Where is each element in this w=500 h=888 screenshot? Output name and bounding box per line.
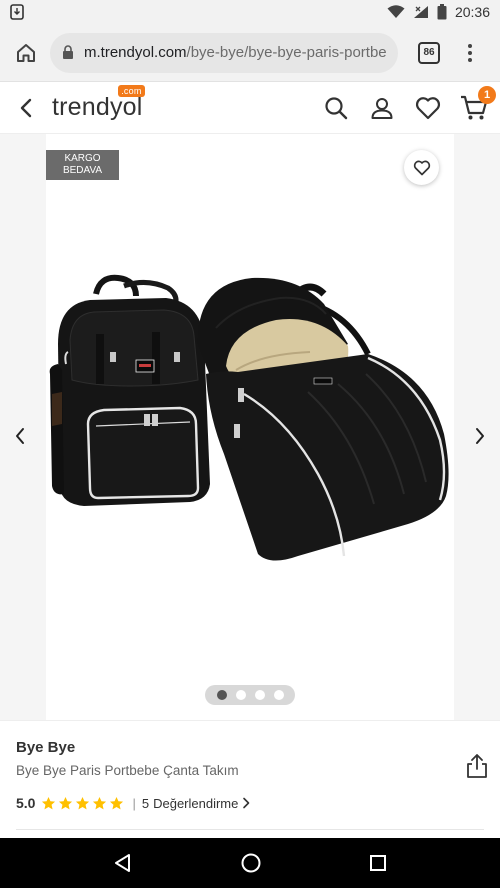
review-label: Değerlendirme xyxy=(153,795,239,811)
pagination-dot[interactable] xyxy=(254,690,265,700)
heart-icon xyxy=(413,160,430,175)
search-button[interactable] xyxy=(322,94,350,122)
chevron-right-icon xyxy=(476,428,484,444)
menu-dot xyxy=(468,50,472,55)
star-icon xyxy=(76,796,90,809)
star-icon xyxy=(110,796,124,809)
heart-icon xyxy=(415,96,441,119)
app-header: trendyol .com 1 xyxy=(0,82,500,134)
url-text: m.trendyol.com/bye-bye/bye-bye-paris-por… xyxy=(84,44,386,61)
product-info: Bye Bye Bye Bye Paris Portbebe Çanta Tak… xyxy=(0,720,500,838)
share-icon xyxy=(467,754,487,778)
status-time: 20:36 xyxy=(454,4,490,20)
next-image-button[interactable] xyxy=(470,426,490,446)
previous-image-button[interactable] xyxy=(10,426,30,446)
rating-separator: | xyxy=(132,795,136,811)
home-circle-icon[interactable] xyxy=(240,852,262,874)
rating-row[interactable]: 5.0 | 5 Değerlendirme xyxy=(16,795,250,811)
status-bar: 20:36 xyxy=(0,0,500,24)
browser-toolbar: m.trendyol.com/bye-bye/bye-bye-paris-por… xyxy=(0,24,500,82)
recents-square-icon[interactable] xyxy=(369,854,387,872)
wifi-icon xyxy=(387,5,405,18)
system-nav-bar xyxy=(0,838,500,888)
add-to-favorites-button[interactable] xyxy=(404,150,439,185)
divider xyxy=(16,829,484,830)
rating-value: 5.0 xyxy=(16,795,36,811)
pagination-dot[interactable] xyxy=(235,690,246,700)
chevron-left-icon xyxy=(16,428,24,444)
tab-switcher-button[interactable]: 86 xyxy=(418,41,440,64)
menu-dot xyxy=(468,57,472,62)
star-icon xyxy=(93,796,107,809)
star-icon xyxy=(42,796,56,809)
search-icon xyxy=(325,96,348,119)
cart-button[interactable]: 1 xyxy=(460,85,496,122)
lock-icon xyxy=(62,45,74,60)
address-bar[interactable]: m.trendyol.com/bye-bye/bye-bye-paris-por… xyxy=(50,32,398,73)
product-gallery[interactable]: KARGO BEDAVA xyxy=(0,134,500,720)
back-button[interactable] xyxy=(12,94,40,122)
badge-line1: KARGO xyxy=(64,153,101,164)
back-triangle-icon[interactable] xyxy=(113,853,133,873)
account-button[interactable] xyxy=(368,94,396,122)
rating-stars xyxy=(41,796,124,811)
favorites-button[interactable] xyxy=(414,94,442,122)
pagination-dot[interactable] xyxy=(273,690,284,700)
url-path: /bye-bye/bye-bye-paris-portbebe- xyxy=(186,44,386,61)
menu-dot xyxy=(468,43,472,48)
cart-count-badge: 1 xyxy=(478,85,496,104)
chevron-left-icon xyxy=(20,98,32,117)
product-image xyxy=(49,274,449,561)
logo-text: trendyol xyxy=(52,93,143,121)
logo-com-badge: .com xyxy=(118,85,145,97)
home-button[interactable] xyxy=(10,37,42,69)
pagination-dot-active[interactable] xyxy=(216,690,227,700)
product-name: Bye Bye Paris Portbebe Çanta Takım xyxy=(16,763,239,778)
user-icon xyxy=(371,97,393,119)
badge-line2: BEDAVA xyxy=(62,165,103,176)
product-brand[interactable]: Bye Bye xyxy=(16,739,75,756)
trendyol-logo[interactable]: trendyol .com xyxy=(52,85,145,122)
chevron-right-icon xyxy=(243,797,250,809)
image-pagination[interactable] xyxy=(205,685,295,705)
star-icon xyxy=(59,796,73,809)
cell-signal-icon xyxy=(413,6,428,18)
url-domain: m.trendyol.com xyxy=(84,44,187,61)
review-count: 5 xyxy=(141,795,150,811)
share-button[interactable] xyxy=(466,753,488,779)
home-icon xyxy=(17,43,35,62)
download-notification-icon xyxy=(10,4,24,20)
browser-menu-button[interactable] xyxy=(460,43,480,62)
battery-icon xyxy=(437,4,447,20)
free-shipping-badge: KARGO BEDAVA xyxy=(46,150,119,180)
